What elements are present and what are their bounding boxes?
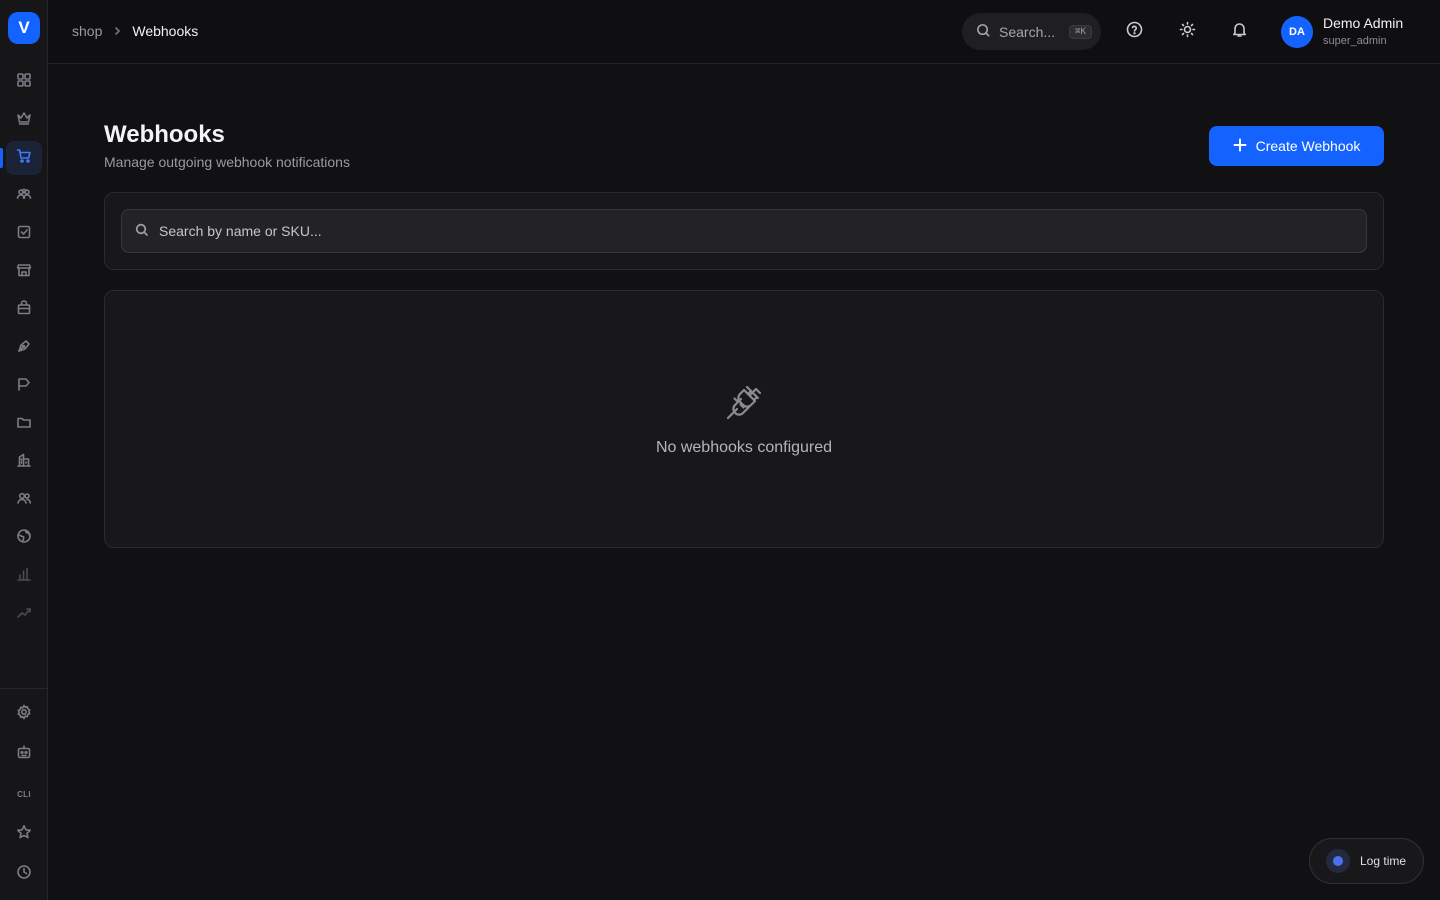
crown-icon (16, 110, 32, 131)
create-webhook-label: Create Webhook (1255, 138, 1361, 154)
star-icon (16, 824, 32, 845)
flag-icon (16, 376, 32, 397)
sidebar-item-favorites[interactable] (6, 817, 42, 851)
user-role: super_admin (1323, 35, 1387, 47)
breadcrumb-current: Webhooks (132, 23, 199, 39)
help-button[interactable] (1121, 19, 1147, 45)
sidebar-item-store[interactable] (6, 255, 42, 289)
clock-icon (16, 864, 32, 885)
global-search-label: Search... (999, 23, 1056, 40)
sidebar-item-reports[interactable] (6, 597, 42, 631)
sidebar-item-cli[interactable]: CLI (6, 777, 42, 811)
help-icon (1126, 21, 1143, 43)
trend-line-icon (16, 604, 32, 625)
sidebar-item-customers[interactable] (6, 179, 42, 213)
grid-icon (16, 72, 32, 93)
bar-chart-icon (16, 566, 32, 587)
sidebar-item-analytics[interactable] (6, 559, 42, 593)
sidebar-item-orders[interactable] (6, 293, 42, 327)
sidebar: V CLI (0, 0, 48, 900)
robot-icon (16, 744, 32, 765)
sidebar-item-dashboard[interactable] (6, 65, 42, 99)
sidebar-item-settings[interactable] (6, 697, 42, 731)
empty-state-message: No webhooks configured (655, 439, 833, 456)
sidebar-item-premium[interactable] (6, 103, 42, 137)
sidebar-item-history[interactable] (6, 857, 42, 891)
page-title: Webhooks (104, 121, 225, 148)
search-icon (976, 23, 991, 41)
users-group-icon (16, 186, 32, 207)
active-indicator (0, 148, 3, 168)
app-logo[interactable]: V (8, 12, 40, 44)
sidebar-item-design[interactable] (6, 331, 42, 365)
user-avatar[interactable]: DA (1281, 16, 1313, 48)
sidebar-item-domains[interactable] (6, 521, 42, 555)
users-icon (16, 490, 32, 511)
sidebar-divider (0, 688, 47, 689)
sun-icon (1179, 21, 1196, 43)
global-search-button[interactable]: Search... ⌘K (962, 13, 1101, 50)
log-time-label: Log time (1360, 854, 1407, 868)
building-icon (16, 452, 32, 473)
timer-icon (1326, 849, 1350, 873)
search-input[interactable] (159, 223, 1339, 239)
search-field[interactable] (121, 209, 1367, 253)
sidebar-item-campaigns[interactable] (6, 369, 42, 403)
user-name[interactable]: Demo Admin (1323, 15, 1403, 31)
folder-icon (16, 414, 32, 435)
plus-icon (1233, 138, 1247, 155)
store-icon (16, 262, 32, 283)
gear-icon (16, 704, 32, 725)
checkbox-icon (16, 224, 32, 245)
breadcrumb-parent[interactable]: shop (72, 23, 102, 39)
top-header: shop Webhooks Search... ⌘K DA Demo Admin… (48, 0, 1440, 64)
logo-letter: V (18, 18, 30, 37)
breadcrumb: shop Webhooks (72, 23, 198, 39)
cli-label: CLI (17, 789, 31, 799)
sidebar-item-shop[interactable] (6, 141, 42, 175)
sidebar-item-automation[interactable] (6, 737, 42, 771)
notifications-button[interactable] (1226, 19, 1252, 45)
filter-card (104, 192, 1384, 270)
cart-icon (16, 148, 32, 169)
sidebar-item-files[interactable] (6, 407, 42, 441)
create-webhook-button[interactable]: Create Webhook (1209, 126, 1384, 166)
sidebar-item-organization[interactable] (6, 445, 42, 479)
chevron-right-icon (111, 25, 123, 37)
page-subtitle: Manage outgoing webhook notifications (104, 154, 350, 170)
webhooks-list-card: No webhooks configured (104, 290, 1384, 548)
search-icon (135, 223, 149, 240)
bell-icon (1231, 21, 1248, 43)
plug-icon (722, 379, 766, 423)
shopping-bag-icon (16, 299, 32, 321)
sidebar-item-team[interactable] (6, 483, 42, 517)
shortcut-badge: ⌘K (1069, 24, 1092, 39)
sidebar-item-tasks[interactable] (6, 217, 42, 251)
globe-icon (16, 528, 32, 549)
theme-toggle-button[interactable] (1174, 19, 1200, 45)
pen-tool-icon (16, 338, 32, 359)
log-time-button[interactable]: Log time (1309, 838, 1424, 884)
